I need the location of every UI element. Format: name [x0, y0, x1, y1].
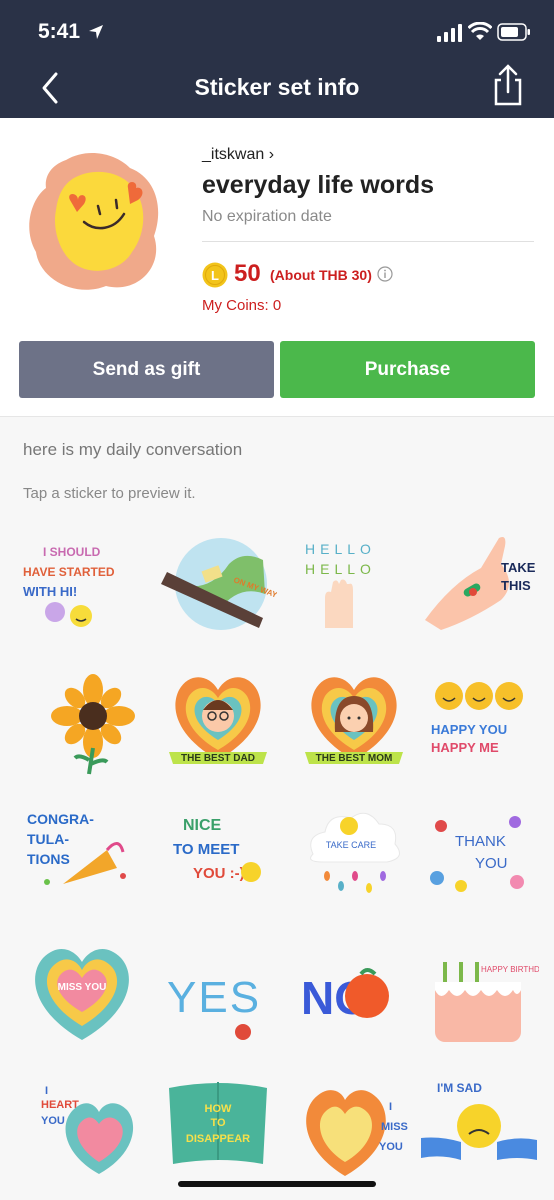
sticker-no[interactable]: NO [295, 932, 413, 1050]
sticker-text: I SHOULD [43, 545, 101, 559]
sticker-text: DISAPPEAR [186, 1133, 250, 1145]
purchase-button[interactable]: Purchase [280, 341, 535, 398]
sticker-text: TAKE [501, 560, 536, 575]
sticker-text: HAVE STARTED [23, 565, 115, 579]
send-as-gift-button[interactable]: Send as gift [19, 341, 274, 398]
sticker-text: YOU :-) [193, 865, 245, 882]
sticker-how-to-disappear[interactable]: HOW TO DISAPPEAR [159, 1068, 277, 1186]
price-coins: 50 [234, 260, 261, 287]
sticker-set-info: _itskwan › everyday life words No expira… [0, 118, 554, 417]
set-description: here is my daily conversation [23, 440, 243, 459]
sticker-text: TULA- [27, 831, 69, 847]
sticker-happy-you-happy-me[interactable]: HAPPY YOU HAPPY ME [421, 660, 539, 778]
sticker-text: HEART [41, 1099, 79, 1111]
sticker-yes[interactable]: YES [159, 932, 277, 1050]
sticker-i-heart-you[interactable]: I HEART YOU [23, 1068, 141, 1186]
sticker-best-mom[interactable]: THE BEST MOM [295, 660, 413, 778]
sticker-nice-to-meet-you[interactable]: NICE TO MEET YOU :-) [159, 796, 277, 914]
sticker-hi[interactable]: I SHOULD HAVE STARTED WITH HI! [23, 524, 141, 642]
expiration-text: No expiration date [202, 208, 332, 225]
sticker-thank-you[interactable]: THANK YOU [421, 796, 539, 914]
sticker-text: CONGRA- [27, 811, 94, 827]
sticker-text: TO MEET [173, 841, 239, 858]
sticker-best-dad[interactable]: THE BEST DAD [159, 660, 277, 778]
sticker-text: THIS [501, 578, 531, 593]
wifi-icon [468, 22, 492, 40]
sticker-on-my-way[interactable]: ON MY WAY [159, 524, 277, 642]
sticker-miss-you-heart[interactable]: MISS YOU [23, 932, 141, 1050]
divider [202, 241, 534, 242]
sticker-take-care[interactable]: TAKE CARE [295, 796, 413, 914]
sticker-text: YES [167, 973, 261, 1022]
sticker-text: MISS [381, 1121, 408, 1133]
sticker-text: HELLO [305, 561, 376, 577]
sticker-congratulations[interactable]: CONGRA- TULA- TIONS [23, 796, 141, 914]
sticker-text: HAPPY YOU [431, 722, 507, 737]
home-indicator[interactable] [178, 1181, 376, 1187]
sticker-text: HAPPY ME [431, 740, 499, 755]
sticker-text: THE BEST MOM [316, 753, 393, 764]
main-sticker-image [29, 153, 159, 290]
preview-hint: Tap a sticker to preview it. [23, 485, 196, 502]
sticker-set-title: everyday life words [202, 171, 435, 199]
my-coins-balance[interactable]: My Coins: 0 [202, 297, 281, 314]
line-coin-icon: L [202, 262, 228, 288]
share-icon[interactable] [488, 64, 528, 106]
sticker-text: TIONS [27, 851, 70, 867]
status-bar: 5:41 [0, 0, 554, 64]
status-time: 5:41 [38, 20, 81, 43]
sticker-text: YOU [41, 1115, 65, 1127]
sticker-text: WITH HI! [23, 584, 77, 599]
sticker-text: NICE [183, 817, 222, 834]
coin-letter: L [211, 268, 219, 283]
chevron-right-icon: › [268, 146, 275, 163]
sticker-happy-birthday[interactable]: HAPPY BIRTHDAY [421, 932, 539, 1050]
author-name: _itskwan [202, 146, 265, 163]
location-arrow-icon [89, 25, 103, 39]
cellular-signal-icon [437, 24, 462, 42]
sticker-text: TAKE CARE [326, 840, 376, 850]
author-link[interactable]: _itskwan › [202, 146, 274, 164]
info-icon[interactable] [377, 266, 393, 282]
sticker-text: HAPPY BIRTHDAY [481, 965, 539, 974]
sticker-text: YOU [379, 1141, 403, 1153]
sticker-text: HOW [205, 1103, 233, 1115]
sticker-text: THANK [455, 833, 506, 850]
sticker-text: I [45, 1085, 48, 1097]
sticker-text: HELLO [305, 541, 376, 557]
sticker-text: TO [210, 1117, 226, 1129]
sticker-im-sad[interactable]: I'M SAD [421, 1068, 539, 1186]
price-local-currency: (About THB 30) [270, 267, 372, 283]
sticker-text: I [389, 1101, 392, 1113]
sticker-text: THE BEST DAD [181, 753, 255, 764]
sticker-text: I'M SAD [437, 1081, 482, 1095]
sticker-take-this[interactable]: TAKE THIS [421, 524, 539, 642]
sticker-i-miss-you[interactable]: I MISS YOU [295, 1068, 413, 1186]
sticker-sunflower[interactable] [23, 660, 141, 778]
page-title: Sticker set info [194, 74, 360, 100]
sticker-text: YOU [475, 855, 508, 872]
sticker-text: MISS YOU [58, 982, 107, 993]
sticker-hello[interactable]: HELLO HELLO [295, 524, 413, 642]
battery-icon [497, 23, 530, 41]
top-bar: 5:41 Sticker set info [0, 0, 554, 118]
